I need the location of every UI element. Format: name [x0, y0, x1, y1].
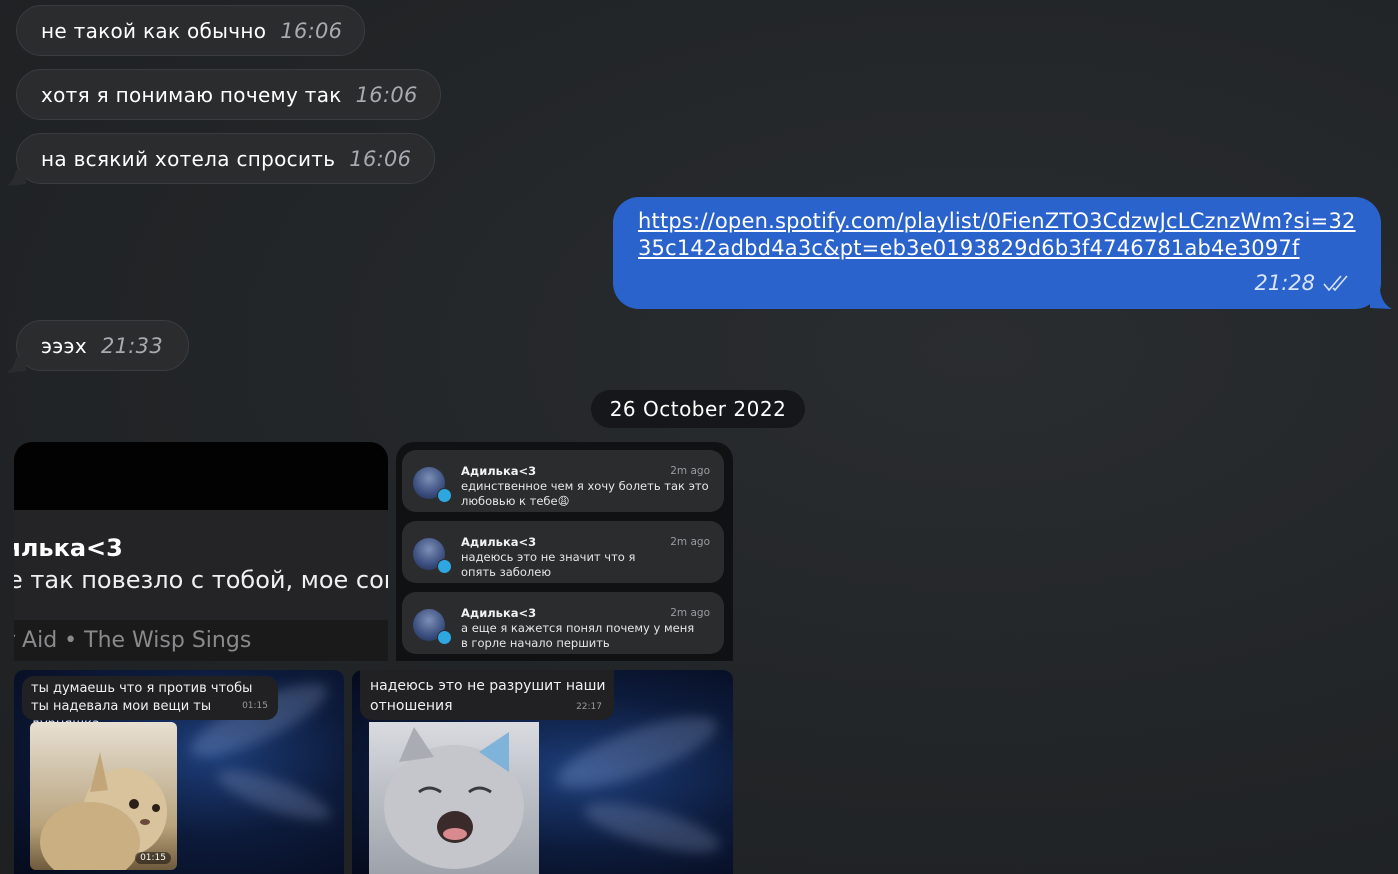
- message-bubble-incoming[interactable]: эээх 21:33: [16, 320, 189, 371]
- notification-time: 2m ago: [670, 607, 710, 619]
- notification-text: единственное чем я хочу болеть так это л…: [461, 479, 709, 508]
- photo-cat-screenshot[interactable]: надеюсь это не разрушит наши отношения 2…: [352, 670, 733, 874]
- photo-cat-screenshot[interactable]: ты думаешь что я против чтобы ты надевал…: [14, 670, 344, 874]
- bubble-tail: [6, 170, 26, 186]
- message-text: на всякий хотела спросить: [41, 146, 336, 171]
- spotify-link[interactable]: https://open.spotify.com/playlist/0FienZ…: [638, 208, 1357, 262]
- spotify-song-bar: r Aid • The Wisp Sings: [14, 620, 388, 661]
- photo-spotify-screenshot[interactable]: илька<3 е так повезло с тобой, мое сокр …: [14, 442, 388, 661]
- cat-video-thumbnail: 01:15: [30, 722, 177, 870]
- cat-face-image: [384, 727, 524, 869]
- telegram-icon: [437, 559, 452, 574]
- notification-name: Адилька<3: [461, 464, 537, 478]
- message-bubble-incoming[interactable]: не такой как обычно 16:06: [16, 5, 365, 56]
- telegram-icon: [437, 488, 452, 503]
- video-duration: 01:15: [135, 852, 171, 864]
- message-text: хотя я понимаю почему так: [41, 82, 342, 107]
- notification: Адилька<3 2m ago а еще я кажется понял п…: [402, 592, 724, 654]
- notification-name: Адилька<3: [461, 606, 537, 620]
- telegram-icon: [437, 630, 452, 645]
- chat-bubble-time: 01:15: [242, 701, 268, 711]
- notification-time: 2m ago: [670, 536, 710, 548]
- message-bubble-incoming[interactable]: хотя я понимаю почему так 16:06: [16, 69, 441, 120]
- cat-image: [369, 722, 539, 874]
- spotify-sender: илька<3: [14, 534, 123, 562]
- message-time: 16:06: [355, 82, 418, 107]
- bubble-tail: [6, 357, 26, 373]
- message-time: 21:28: [1254, 271, 1315, 295]
- message-time: 16:06: [280, 18, 343, 43]
- notification-time: 2m ago: [670, 465, 710, 477]
- message-text: эээх: [41, 333, 87, 358]
- message-time: 16:06: [349, 146, 412, 171]
- message-meta: 21:28: [1254, 271, 1353, 295]
- photo-notifications-screenshot[interactable]: Адилька<3 2m ago единственное чем я хочу…: [396, 442, 733, 661]
- notification: Адилька<3 2m ago надеюсь это не значит ч…: [402, 521, 724, 583]
- message-text: не такой как обычно: [41, 18, 267, 43]
- bubble-tail: [1370, 290, 1392, 309]
- notification-text: а еще я кажется понял почему у меня в го…: [461, 621, 695, 650]
- chat-bubble-text: надеюсь это не разрушит наши отношения: [370, 678, 606, 714]
- chat-bubble: ты думаешь что я против чтобы ты надевал…: [22, 676, 278, 732]
- notification: Адилька<3 2m ago единственное чем я хочу…: [402, 450, 724, 512]
- screenshot-header: [14, 442, 388, 510]
- date-separator: 26 October 2022: [591, 390, 805, 428]
- message-bubble-outgoing[interactable]: https://open.spotify.com/playlist/0FienZ…: [613, 197, 1381, 309]
- notification-name: Адилька<3: [461, 535, 537, 549]
- message-time: 21:33: [100, 333, 163, 358]
- double-check-icon: [1323, 275, 1348, 292]
- message-bubble-incoming[interactable]: на всякий хотела спросить 16:06: [16, 133, 435, 184]
- spotify-message: е так повезло с тобой, мое сокр: [14, 566, 388, 594]
- notification-text: надеюсь это не значит что я опять заболе…: [461, 550, 636, 579]
- chat-bubble-time: 22:17: [576, 702, 602, 712]
- chat-bubble: надеюсь это не разрушит наши отношения 2…: [360, 670, 614, 720]
- spotify-song: r Aid • The Wisp Sings: [14, 628, 252, 653]
- cat-image: [40, 752, 167, 870]
